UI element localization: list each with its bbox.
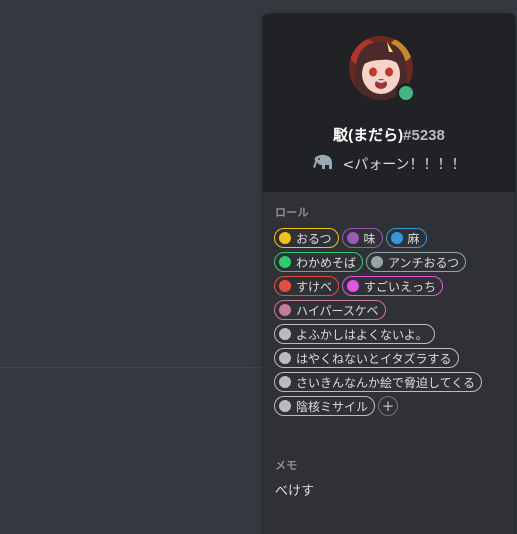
role-pill[interactable]: わかめそば (274, 252, 364, 272)
role-pill[interactable]: ハイパースケベ (274, 300, 386, 320)
custom-status: <パォーン！！！！ (263, 153, 515, 175)
role-name: 味 (363, 231, 376, 246)
role-color-dot-icon[interactable] (279, 352, 291, 364)
role-pill[interactable]: 味 (341, 228, 383, 248)
role-color-dot-icon[interactable] (279, 304, 291, 316)
role-name: おるつ (296, 231, 332, 246)
role-name: アンチおるつ (388, 255, 460, 270)
chat-divider (0, 367, 263, 368)
note-input[interactable]: べけす (275, 480, 314, 499)
role-name: すごいえっち (364, 279, 437, 294)
custom-status-text: <パォーン！！！！ (342, 157, 466, 173)
role-color-dot-icon[interactable] (346, 232, 359, 244)
role-name: よふかしはよくないよ。 (296, 327, 428, 342)
role-name: はやくねないとイタズラする (296, 351, 452, 366)
username-discriminator: #5238 (403, 127, 445, 144)
role-color-dot-icon[interactable] (347, 280, 360, 292)
elephant-icon (312, 153, 334, 175)
role-pill[interactable]: さいきんなんか絵で脅迫してくる (274, 372, 483, 392)
profile-header: 駁(まだら)#5238 <パォーン！！！！ (263, 14, 515, 192)
role-name: さいきんなんか絵で脅迫してくる (296, 375, 476, 390)
roles-heading: ロール (275, 206, 309, 219)
role-name: すけべ (296, 279, 333, 294)
role-color-dot-icon[interactable] (371, 256, 384, 268)
role-pill[interactable]: おるつ (274, 228, 339, 248)
role-pill[interactable]: よふかしはよくないよ。 (274, 324, 435, 344)
user-profile-popout: 駁(まだら)#5238 <パォーン！！！！ ロール おるつ 味 麻わかめそば アンチお… (263, 14, 515, 534)
role-name: 陰核ミサイル (296, 399, 369, 414)
role-pill[interactable]: すけべ (274, 276, 340, 296)
username-name: 駁(まだら) (333, 127, 404, 144)
role-pill[interactable]: はやくねないとイタズラする (274, 348, 459, 368)
role-pill[interactable]: 陰核ミサイル (274, 396, 376, 416)
role-color-dot-icon[interactable] (279, 400, 291, 412)
role-color-dot-icon[interactable] (279, 280, 291, 292)
role-pill[interactable]: アンチおるつ (366, 252, 467, 272)
role-pill[interactable]: 麻 (385, 228, 427, 248)
role-name: わかめそば (296, 255, 357, 270)
role-color-dot-icon[interactable] (279, 256, 291, 268)
note-heading: メモ (275, 459, 298, 472)
role-color-dot-icon[interactable] (279, 376, 291, 388)
role-color-dot-icon[interactable] (390, 232, 403, 244)
online-status-icon (396, 83, 416, 103)
role-color-dot-icon[interactable] (279, 328, 291, 340)
add-role-button[interactable]: + (378, 396, 399, 416)
avatar-container[interactable] (349, 36, 416, 103)
role-name: 麻 (407, 231, 420, 246)
role-color-dot-icon[interactable] (279, 232, 291, 244)
username[interactable]: 駁(まだら)#5238 (263, 124, 515, 145)
role-pill[interactable]: すごいえっち (342, 276, 444, 296)
roles-list: おるつ 味 麻わかめそば アンチおるつすけべ すごいえっちハイパースケベよふかしはよくな… (274, 228, 504, 416)
role-name: ハイパースケベ (296, 303, 379, 318)
